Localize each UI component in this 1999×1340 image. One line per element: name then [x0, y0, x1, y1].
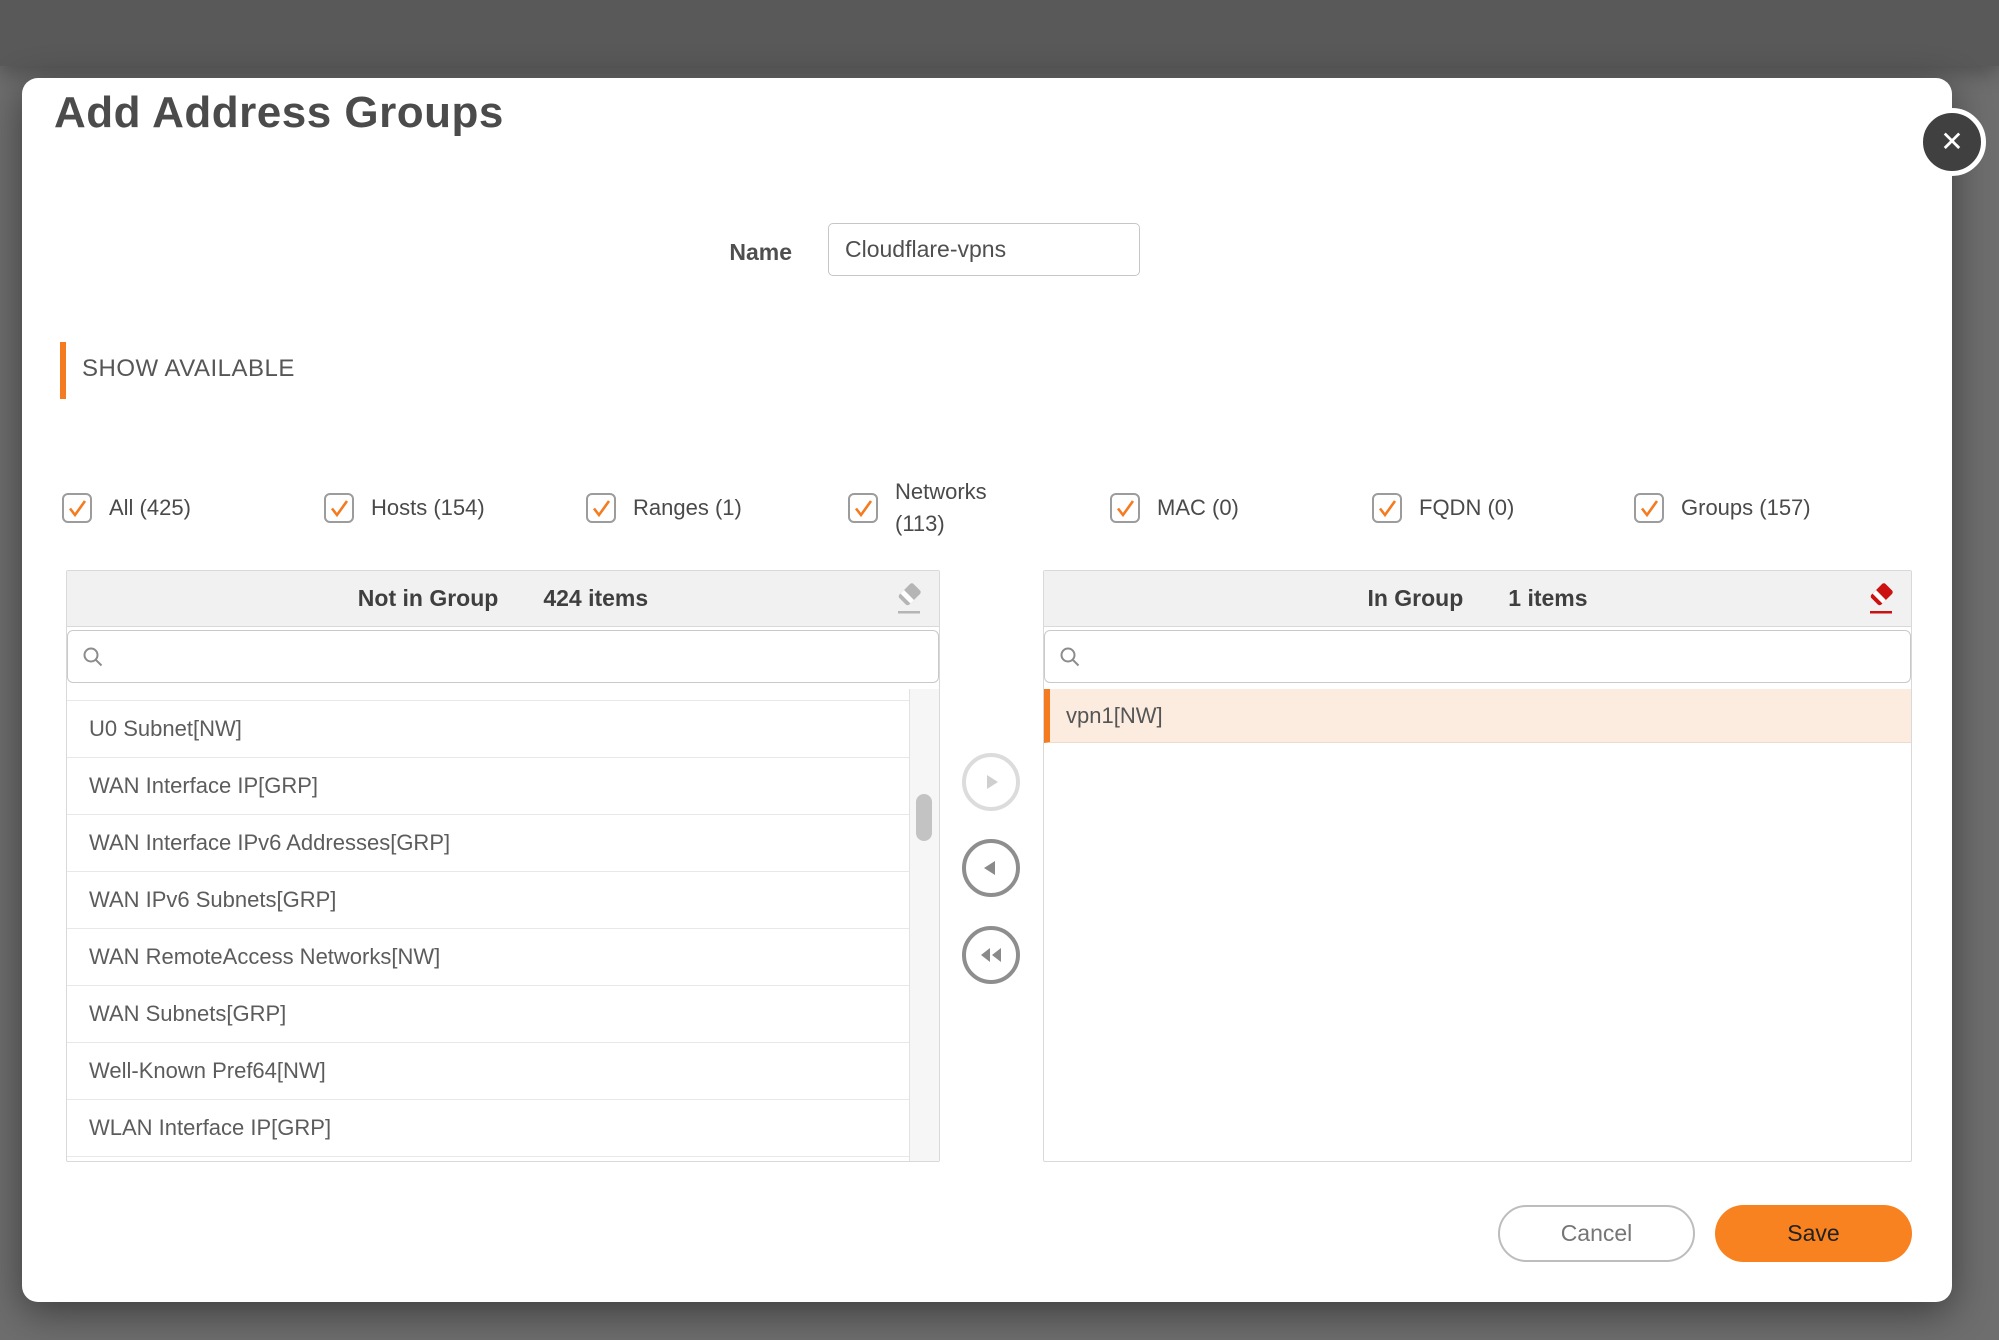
- scrollbar-thumb[interactable]: [916, 794, 932, 841]
- in-group-search-input[interactable]: [1092, 643, 1910, 671]
- filter-label: Ranges (1): [633, 492, 742, 524]
- checkbox-icon[interactable]: [62, 493, 92, 523]
- name-input[interactable]: [828, 223, 1140, 276]
- close-icon: ✕: [1940, 128, 1963, 156]
- filter-label: Hosts (154): [371, 492, 485, 524]
- list-item[interactable]: WAN RemoteAccess Networks[NW]: [67, 929, 909, 986]
- eraser-red-icon: [1863, 581, 1899, 617]
- not-in-group-count: 424 items: [543, 585, 648, 612]
- arrow-right-icon: [977, 768, 1005, 796]
- list-item-partial: [67, 689, 909, 701]
- not-in-group-title: Not in Group: [358, 585, 499, 612]
- move-to-group-button[interactable]: [962, 753, 1020, 811]
- list-item[interactable]: Well-Known Pref64[NW]: [67, 1043, 909, 1100]
- filter-checkbox-hosts-154[interactable]: Hosts (154): [324, 492, 586, 524]
- filter-checkbox-mac-0[interactable]: MAC (0): [1110, 492, 1372, 524]
- cancel-button[interactable]: Cancel: [1498, 1205, 1695, 1262]
- checkbox-icon[interactable]: [1372, 493, 1402, 523]
- in-group-header: In Group 1 items: [1044, 571, 1911, 627]
- checkbox-icon[interactable]: [586, 493, 616, 523]
- filter-checkbox-networks-113[interactable]: Networks (113): [848, 476, 1110, 540]
- remove-all-from-group-button[interactable]: [962, 926, 1020, 984]
- filter-checkbox-all-425[interactable]: All (425): [62, 492, 324, 524]
- filter-checkbox-groups-157[interactable]: Groups (157): [1634, 492, 1896, 524]
- close-button[interactable]: ✕: [1918, 108, 1986, 176]
- filter-checkbox-row: All (425) Hosts (154) Ranges (1) Networks (…: [62, 469, 1896, 547]
- remove-from-group-button[interactable]: [962, 839, 1020, 897]
- name-label: Name: [562, 239, 792, 266]
- save-button[interactable]: Save: [1715, 1205, 1912, 1262]
- filter-label: All (425): [109, 492, 191, 524]
- section-title: SHOW AVAILABLE: [82, 355, 295, 383]
- not-in-group-search: [67, 630, 939, 683]
- add-address-groups-dialog: Add Address Groups ✕ Name SHOW AVAILABLE…: [22, 78, 1952, 1302]
- section-accent-bar: [60, 342, 66, 399]
- list-item[interactable]: WAN Interface IP[GRP]: [67, 758, 909, 815]
- in-group-count: 1 items: [1508, 585, 1587, 612]
- in-group-list: vpn1[NW]: [1044, 689, 1911, 1161]
- arrow-left-icon: [977, 854, 1005, 882]
- in-group-search: [1044, 630, 1911, 683]
- checkbox-icon[interactable]: [848, 493, 878, 523]
- in-group-panel: In Group 1 items v: [1043, 570, 1912, 1162]
- dialog-title: Add Address Groups: [54, 88, 504, 138]
- not-in-group-panel: Not in Group 424 items: [66, 570, 940, 1162]
- search-icon: [1058, 645, 1082, 669]
- list-item-selected[interactable]: vpn1[NW]: [1044, 689, 1911, 743]
- double-arrow-left-icon: [977, 941, 1005, 969]
- list-item[interactable]: U0 Subnet[NW]: [67, 701, 909, 758]
- list-item[interactable]: WAN IPv6 Subnets[GRP]: [67, 872, 909, 929]
- clear-search-button[interactable]: [891, 581, 927, 617]
- in-group-title: In Group: [1367, 585, 1463, 612]
- filter-label: MAC (0): [1157, 492, 1239, 524]
- filter-label: FQDN (0): [1419, 492, 1514, 524]
- screen: Add Address Groups ✕ Name SHOW AVAILABLE…: [0, 0, 1999, 1340]
- list-item[interactable]: WLAN Interface IP[GRP]: [67, 1100, 909, 1157]
- filter-checkbox-ranges-1[interactable]: Ranges (1): [586, 492, 848, 524]
- not-in-group-header: Not in Group 424 items: [67, 571, 939, 627]
- eraser-icon: [891, 581, 927, 617]
- clear-group-button[interactable]: [1863, 581, 1899, 617]
- filter-label: Networks (113): [895, 476, 999, 540]
- checkbox-icon[interactable]: [324, 493, 354, 523]
- filter-checkbox-fqdn-0[interactable]: FQDN (0): [1372, 492, 1634, 524]
- not-in-group-list: U0 Subnet[NW]WAN Interface IP[GRP]WAN In…: [67, 689, 909, 1161]
- scrollbar-track[interactable]: [909, 689, 939, 1161]
- search-icon: [81, 645, 105, 669]
- checkbox-icon[interactable]: [1634, 493, 1664, 523]
- not-in-group-search-input[interactable]: [115, 643, 938, 671]
- list-item[interactable]: WAN Interface IPv6 Addresses[GRP]: [67, 815, 909, 872]
- list-item[interactable]: WAN Subnets[GRP]: [67, 986, 909, 1043]
- filter-label: Groups (157): [1681, 492, 1811, 524]
- checkbox-icon[interactable]: [1110, 493, 1140, 523]
